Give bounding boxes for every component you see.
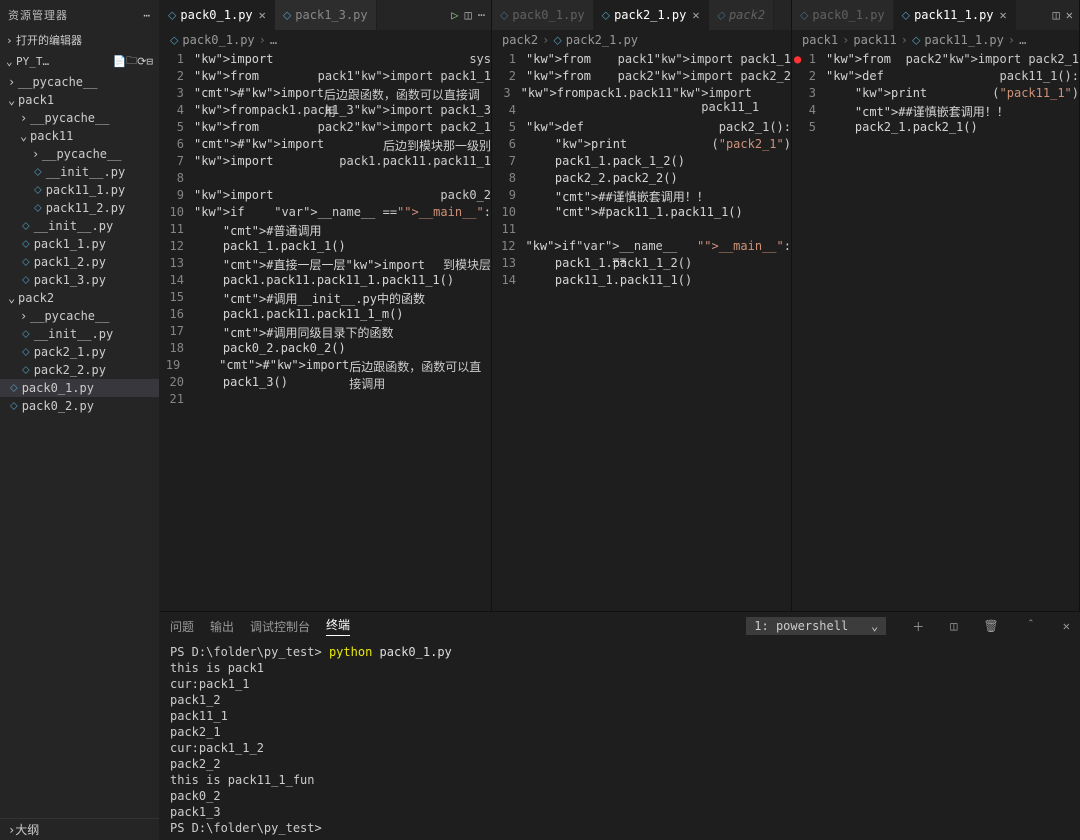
tab-bar-1: ⬦pack0_1.py✕⬦pack1_3.py ▷ ◫ ⋯ — [160, 0, 491, 30]
close-icon[interactable]: ✕ — [1066, 8, 1073, 22]
tree-file[interactable]: ⬦pack1_3.py — [0, 271, 159, 289]
split-terminal-icon[interactable]: ◫ — [950, 619, 957, 633]
close-tab-icon[interactable]: ✕ — [1000, 8, 1007, 22]
explorer-title: 资源管理器 — [8, 7, 68, 23]
breadcrumb-3[interactable]: pack1 › pack11 › ⬦ pack11_1.py › … — [792, 30, 1079, 50]
terminal-body[interactable]: PS D:\folder\py_test> python pack0_1.py … — [160, 640, 1080, 840]
editor-tab[interactable]: ⬦pack2 — [709, 0, 775, 30]
tree-folder[interactable]: ›__pycache__ — [0, 109, 159, 127]
tree-file[interactable]: ⬦pack2_2.py — [0, 361, 159, 379]
breadcrumb-1[interactable]: ⬦ pack0_1.py › … — [160, 30, 491, 50]
new-folder-icon[interactable]: 🗀 — [126, 52, 137, 71]
tab-problems[interactable]: 问题 — [170, 618, 194, 635]
tree-folder[interactable]: ›__pycache__ — [0, 145, 159, 163]
tree-file[interactable]: ⬦pack1_1.py — [0, 235, 159, 253]
tab-bar-3: ⬦pack0_1.py⬦pack11_1.py✕ ◫ ✕ — [792, 0, 1079, 30]
tree-folder[interactable]: ⌄pack11 — [0, 127, 159, 145]
editor-tab[interactable]: ⬦pack0_1.py — [492, 0, 594, 30]
editor-pane-1: ⬦pack0_1.py✕⬦pack1_3.py ▷ ◫ ⋯ ⬦ pack0_1.py … — [160, 0, 492, 611]
tree-folder[interactable]: ⌄pack1 — [0, 91, 159, 109]
chevron-down-icon: ⌄ — [871, 619, 878, 633]
more-icon[interactable]: ⋯ — [478, 8, 485, 22]
editor-tab[interactable]: ⬦pack0_1.py — [792, 0, 894, 30]
editor-pane-2: ⬦pack0_1.py⬦pack2_1.py✕⬦pack2 pack2 › ⬦ … — [492, 0, 792, 611]
more-icon[interactable]: ⋯ — [143, 9, 151, 22]
code-area-1[interactable]: 1"kw">import sys2"kw">from pack1 "kw">im… — [160, 50, 491, 611]
tree-file[interactable]: ⬦pack0_2.py — [0, 397, 159, 415]
outline-section[interactable]: › 大纲 — [0, 818, 159, 840]
tree-file[interactable]: ⬦pack11_1.py — [0, 181, 159, 199]
tree-file[interactable]: ⬦__init__.py — [0, 163, 159, 181]
tab-terminal[interactable]: 终端 — [326, 616, 350, 636]
tree-folder[interactable]: ⌄pack2 — [0, 289, 159, 307]
tree-file[interactable]: ⬦pack1_2.py — [0, 253, 159, 271]
tab-output[interactable]: 输出 — [210, 618, 234, 635]
tree-file[interactable]: ⬦__init__.py — [0, 217, 159, 235]
maximize-panel-icon[interactable]: ＾ — [1025, 618, 1037, 635]
tree-folder[interactable]: ›__pycache__ — [0, 73, 159, 91]
tree-file[interactable]: ⬦pack2_1.py — [0, 343, 159, 361]
file-tree: ›__pycache__⌄pack1›__pycache__⌄pack11›__… — [0, 73, 159, 818]
editor-tab[interactable]: ⬦pack2_1.py✕ — [594, 0, 709, 30]
explorer-header: 资源管理器 ⋯ — [0, 0, 159, 30]
close-tab-icon[interactable]: ✕ — [259, 8, 266, 22]
code-area-2[interactable]: 1"kw">from pack1 "kw">import pack1_12"kw… — [492, 50, 791, 611]
kill-terminal-icon[interactable]: 🗑 — [984, 619, 999, 633]
new-file-icon[interactable]: 📄 — [112, 55, 126, 68]
split-icon[interactable]: ◫ — [1053, 8, 1060, 22]
editor-pane-3: ⬦pack0_1.py⬦pack11_1.py✕ ◫ ✕ pack1 › pack1… — [792, 0, 1080, 611]
tree-file[interactable]: ⬦pack11_2.py — [0, 199, 159, 217]
close-tab-icon[interactable]: ✕ — [692, 8, 699, 22]
collapse-icon[interactable]: ⊟ — [146, 55, 153, 68]
tree-file[interactable]: ⬦__init__.py — [0, 325, 159, 343]
editor-tab[interactable]: ⬦pack0_1.py✕ — [160, 0, 275, 30]
panel-tabs: 问题 输出 调试控制台 终端 1: powershell ⌄ ＋ ◫ 🗑 ＾ ✕ — [160, 612, 1080, 640]
split-icon[interactable]: ◫ — [465, 8, 472, 22]
tab-bar-2: ⬦pack0_1.py⬦pack2_1.py✕⬦pack2 — [492, 0, 791, 30]
open-editors-section[interactable]: › 打开的编辑器 — [0, 30, 159, 50]
new-terminal-icon[interactable]: ＋ — [912, 618, 924, 635]
tree-file[interactable]: ⬦pack0_1.py — [0, 379, 159, 397]
tab-debug[interactable]: 调试控制台 — [250, 618, 310, 635]
editor-tab[interactable]: ⬦pack1_3.py — [275, 0, 377, 30]
code-area-3[interactable]: ●1"kw">from pack2 "kw">import pack2_12"k… — [792, 50, 1079, 611]
breadcrumb-2[interactable]: pack2 › ⬦ pack2_1.py — [492, 30, 791, 50]
tree-folder[interactable]: ›__pycache__ — [0, 307, 159, 325]
refresh-icon[interactable]: ⟳ — [137, 55, 146, 68]
close-panel-icon[interactable]: ✕ — [1063, 619, 1070, 633]
root-section[interactable]: ⌄ PY_T… 📄 🗀 ⟳ ⊟ — [0, 50, 159, 73]
terminal-shell-select[interactable]: 1: powershell ⌄ — [746, 617, 886, 635]
editor-tab[interactable]: ⬦pack11_1.py✕ — [894, 0, 1016, 30]
run-icon[interactable]: ▷ — [451, 8, 458, 22]
panel: 问题 输出 调试控制台 终端 1: powershell ⌄ ＋ ◫ 🗑 ＾ ✕… — [160, 611, 1080, 840]
